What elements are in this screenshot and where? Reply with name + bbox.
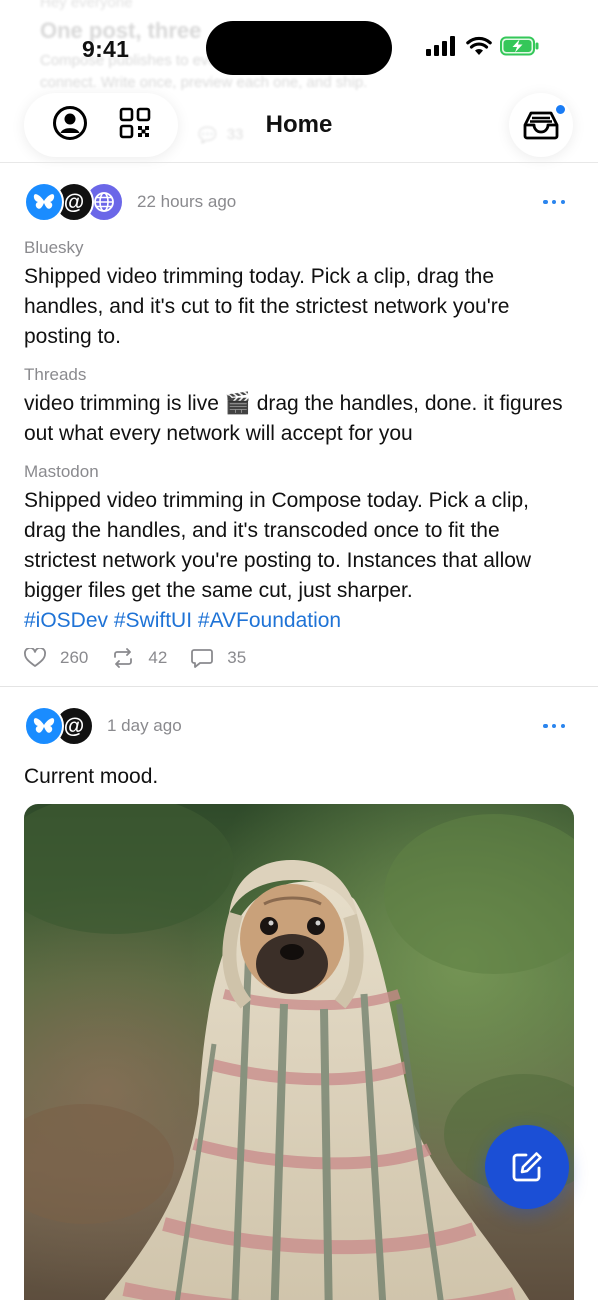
threads-at-icon: @	[63, 714, 85, 738]
network-label-bluesky: Bluesky	[24, 238, 84, 257]
inbox-tray-icon	[523, 111, 559, 140]
ellipsis-icon	[543, 199, 548, 205]
post-timestamp: 22 hours ago	[137, 192, 237, 211]
repost-button[interactable]: 42	[112, 648, 167, 668]
post-text-bluesky: Shipped video trimming today. Pick a cli…	[24, 265, 510, 348]
status-time: 9:41	[82, 36, 130, 62]
bluesky-avatar	[24, 706, 64, 746]
threads-at-icon: @	[63, 190, 85, 214]
more-options-button[interactable]	[543, 198, 565, 206]
globe-icon	[94, 192, 114, 212]
ellipsis-icon	[543, 723, 548, 729]
post-image-pug-in-blanket[interactable]	[24, 804, 574, 1300]
post-divider	[0, 686, 598, 687]
status-bar: 9:41	[0, 0, 598, 96]
post-text-mastodon: Shipped video trimming in Compose today.…	[24, 486, 576, 636]
butterfly-icon	[33, 718, 55, 733]
inbox-button[interactable]	[509, 93, 573, 157]
network-label-mastodon: Mastodon	[24, 462, 99, 481]
wifi-icon	[466, 36, 492, 55]
header-divider	[0, 162, 598, 163]
post-header: @ 22 hours ago	[0, 180, 598, 224]
system-indicators	[426, 36, 540, 56]
reply-button[interactable]: 35	[191, 648, 246, 668]
reply-bubble-icon	[191, 649, 214, 668]
repost-icon	[114, 648, 133, 668]
mastodon-body: Shipped video trimming in Compose today.…	[24, 489, 532, 602]
reply-count: 35	[227, 648, 247, 667]
hashtag-links[interactable]: #iOSDev #SwiftUI #AVFoundation	[24, 609, 341, 632]
dynamic-island	[206, 21, 392, 75]
post-timestamp: 1 day ago	[107, 716, 182, 735]
post-text-threads: video trimming is live 🎬 drag the handle…	[24, 392, 563, 445]
post-header: @ 1 day ago	[0, 704, 598, 748]
more-options-button[interactable]	[543, 722, 565, 730]
bluesky-avatar	[24, 182, 64, 222]
repost-count: 42	[148, 648, 168, 667]
like-button[interactable]: 260	[24, 648, 88, 668]
post-actions: 260 42 35	[24, 648, 270, 668]
compose-icon	[512, 1152, 542, 1182]
battery-charging-icon	[500, 36, 539, 56]
top-nav-bar: Home	[0, 93, 598, 159]
network-label-threads: Threads	[24, 365, 87, 384]
feed-post[interactable]: @ 1 day ago Current mood.	[0, 704, 598, 1300]
notification-dot	[555, 104, 566, 115]
like-count: 260	[60, 648, 89, 667]
compose-button[interactable]	[485, 1125, 569, 1209]
feed-post[interactable]: @ 22 hours ago Bluesky Shipped video tri…	[0, 180, 598, 668]
pug-photo	[24, 804, 574, 1300]
butterfly-icon	[33, 194, 55, 209]
cellular-signal-icon	[426, 36, 455, 56]
post-text: Current mood.	[24, 765, 159, 788]
heart-icon	[24, 648, 46, 667]
